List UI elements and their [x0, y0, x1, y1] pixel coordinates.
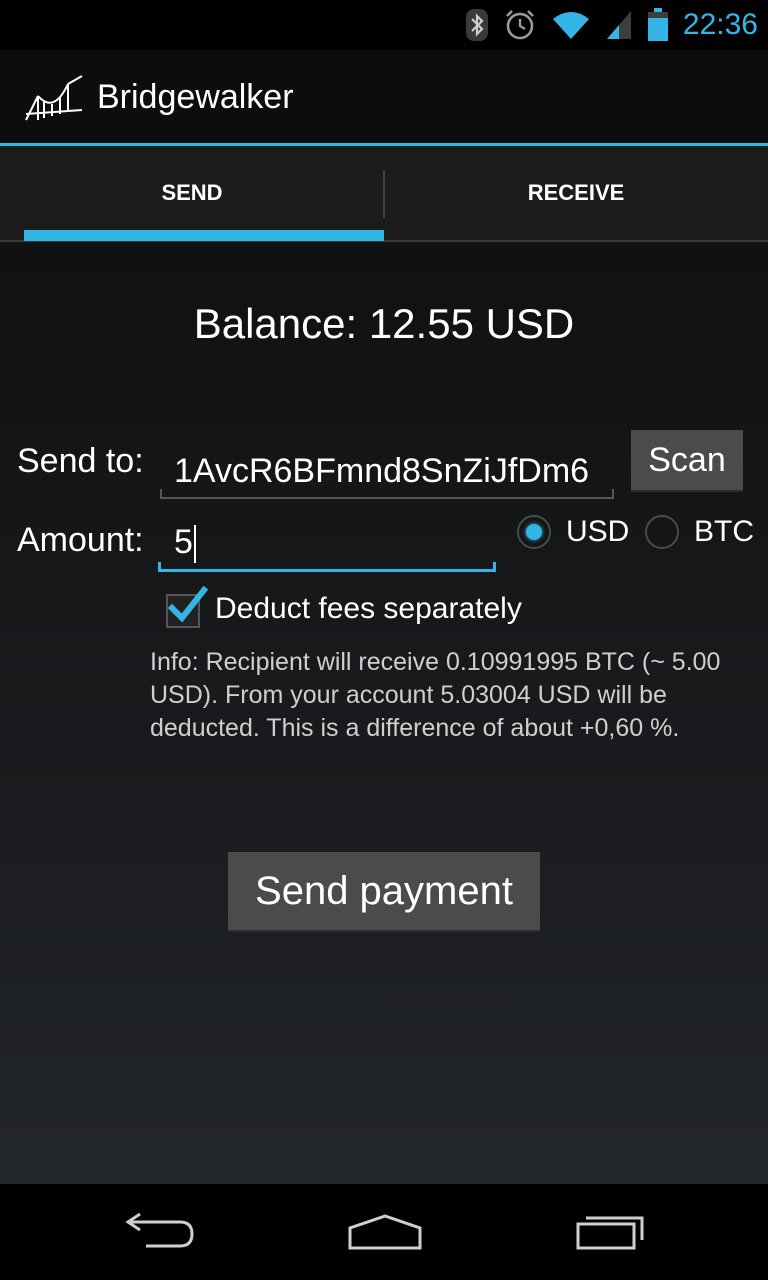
amount-label: Amount:	[17, 521, 144, 559]
home-icon[interactable]	[340, 1208, 430, 1256]
info-text: Info: Recipient will receive 0.10991995 …	[150, 648, 721, 742]
tab-receive-label: RECEIVE	[527, 180, 625, 205]
alarm-icon	[506, 10, 534, 40]
radio-btc-label[interactable]: BTC	[694, 515, 754, 549]
amount-input[interactable]: 5	[158, 514, 496, 572]
send-to-label: Send to:	[17, 442, 144, 480]
scan-button[interactable]: Scan	[631, 430, 743, 492]
radio-selected-dot	[526, 524, 542, 540]
signal-icon	[606, 11, 631, 39]
status-icons: 22:36	[465, 0, 758, 50]
radio-usd-label[interactable]: USD	[566, 515, 629, 549]
back-icon[interactable]	[116, 1208, 206, 1256]
tab-send-label: SEND	[161, 180, 223, 205]
battery-icon	[647, 8, 668, 41]
tab-receive[interactable]: RECEIVE	[384, 146, 768, 240]
bluetooth-icon	[465, 9, 488, 41]
tab-bar: SEND RECEIVE	[0, 146, 768, 242]
radio-btc[interactable]	[645, 515, 679, 549]
text-cursor	[193, 525, 196, 564]
amount-value: 5	[174, 523, 193, 561]
balance-text: Balance: 12.55 USD	[193, 300, 575, 347]
send-payment-button[interactable]: Send payment	[228, 852, 540, 932]
navigation-bar	[0, 1184, 768, 1280]
deduct-fees-label[interactable]: Deduct fees separately	[215, 592, 522, 626]
radio-usd[interactable]	[517, 515, 551, 549]
app-title: Bridgewalker	[97, 78, 294, 116]
bridge-logo-icon	[25, 75, 83, 121]
action-bar: Bridgewalker	[0, 50, 768, 143]
tab-send[interactable]: SEND	[0, 146, 384, 240]
recent-apps-icon[interactable]	[566, 1208, 656, 1256]
wifi-icon	[552, 12, 589, 39]
checkmark-icon	[168, 586, 208, 623]
send-form: Balance: 12.55 USD Send to: 1AvcR6BFmnd8…	[0, 242, 768, 1184]
tab-selected-indicator	[24, 230, 384, 241]
status-bar: 22:36	[0, 0, 768, 50]
send-to-input[interactable]: 1AvcR6BFmnd8SnZiJfDm6	[160, 443, 614, 499]
clock: 22:36	[682, 8, 758, 41]
